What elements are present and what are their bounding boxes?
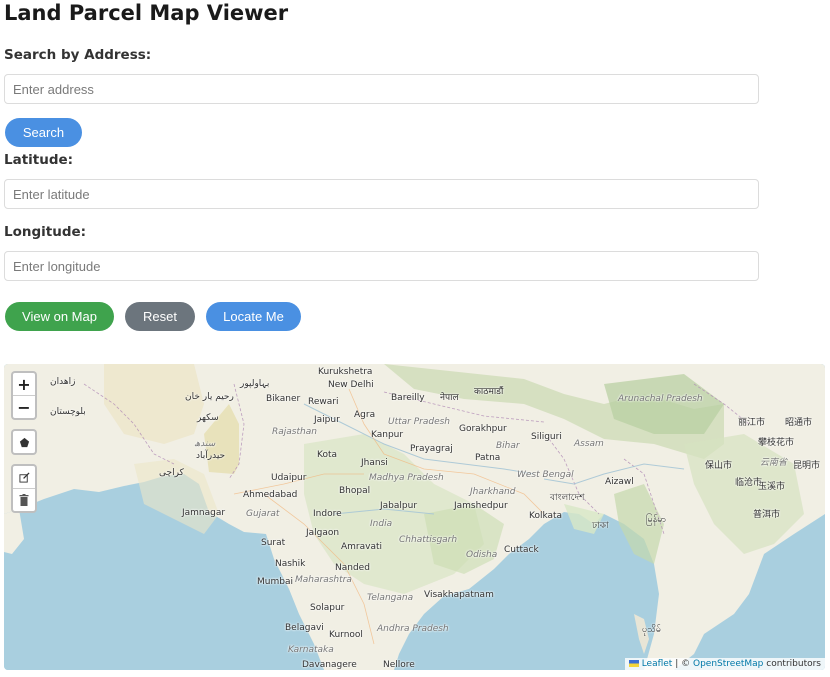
- latitude-input[interactable]: [4, 179, 759, 209]
- zoom-control: + −: [11, 371, 37, 420]
- view-on-map-button[interactable]: View on Map: [5, 302, 114, 331]
- osm-link[interactable]: OpenStreetMap: [693, 659, 763, 669]
- zoom-in-button[interactable]: +: [13, 373, 35, 395]
- locate-me-button[interactable]: Locate Me: [206, 302, 301, 331]
- trash-icon[interactable]: [13, 488, 35, 511]
- map-basemap: [4, 364, 825, 670]
- attribution-suffix: contributors: [766, 659, 821, 669]
- draw-toolbar: [11, 429, 37, 455]
- map-container[interactable]: + − Kurukshetra New Delhi Bikaner Rewari Bar…: [4, 364, 825, 670]
- longitude-label: Longitude:: [4, 224, 87, 240]
- leaflet-link[interactable]: Leaflet: [642, 659, 673, 669]
- address-label: Search by Address:: [4, 47, 152, 63]
- reset-button[interactable]: Reset: [125, 302, 195, 331]
- edit-icon[interactable]: [13, 466, 35, 488]
- latitude-label: Latitude:: [4, 152, 74, 168]
- longitude-input[interactable]: [4, 251, 759, 281]
- pentagon-icon[interactable]: [13, 431, 35, 453]
- edit-toolbar: [11, 464, 37, 513]
- search-button[interactable]: Search: [5, 118, 82, 147]
- attribution-separator: | ©: [675, 659, 691, 669]
- map-attribution: Leaflet | © OpenStreetMap contributors: [624, 658, 825, 670]
- page-title: Land Parcel Map Viewer: [4, 1, 289, 25]
- flag-icon: [628, 660, 639, 667]
- zoom-out-button[interactable]: −: [13, 395, 35, 418]
- address-input[interactable]: [4, 74, 759, 104]
